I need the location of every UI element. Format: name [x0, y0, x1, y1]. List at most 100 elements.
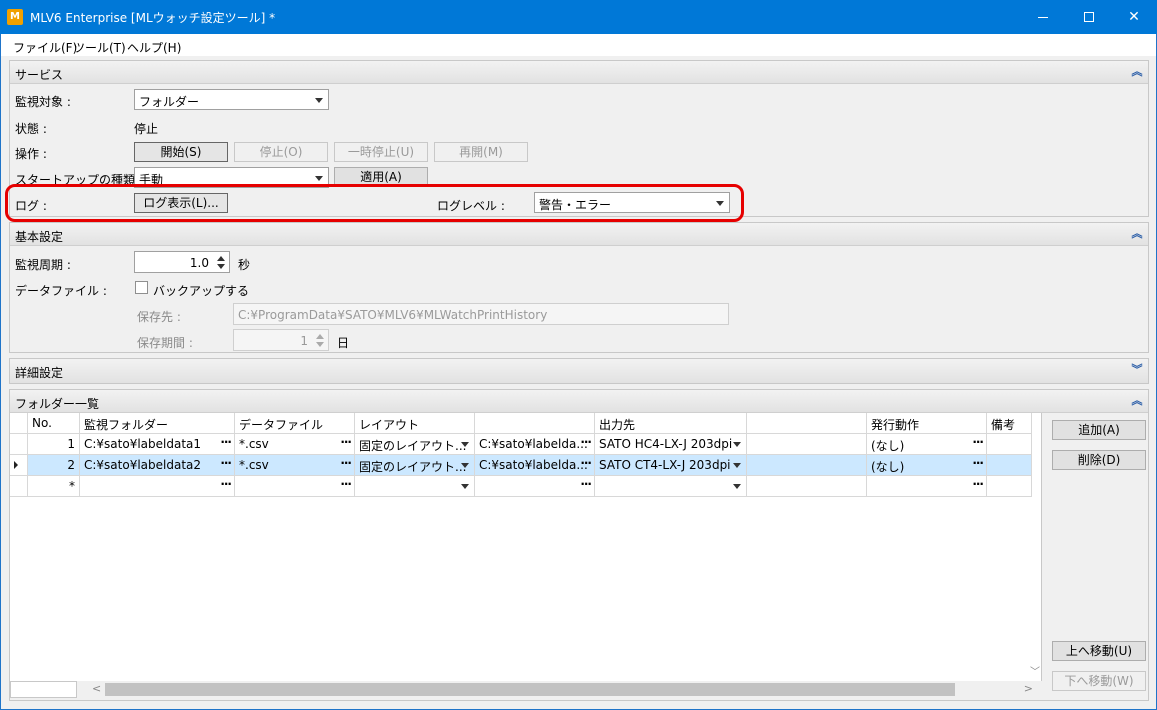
table-cell-no[interactable]: *	[28, 476, 80, 497]
table-cell-layout[interactable]: 固定のレイアウト...	[355, 455, 475, 476]
window-body: ファイル(F) ツール(T) ヘルプ(H) サービス ︽ 監視対象 : フォルダ…	[0, 34, 1157, 710]
table-cell-no[interactable]: 2	[28, 455, 80, 476]
menu-tools[interactable]: ツール(T)	[73, 39, 126, 56]
add-button[interactable]: 追加(A)	[1052, 420, 1146, 440]
table-cell-datafile[interactable]: *.csv ···	[235, 434, 355, 455]
table-cell-no[interactable]: 1	[28, 434, 80, 455]
table-cell-output[interactable]: SATO HC4-LX-J 203dpi	[595, 434, 747, 455]
stop-button[interactable]: 停止(O)	[234, 142, 328, 162]
table-cell-layout-path[interactable]: ···	[475, 476, 595, 497]
folder-list-header[interactable]: フォルダー一覧 ︽	[10, 390, 1148, 413]
collapse-up-icon[interactable]: ︽	[1130, 227, 1144, 241]
spin-up-icon[interactable]	[217, 256, 225, 261]
chevron-down-icon[interactable]	[461, 442, 469, 447]
service-panel-header[interactable]: サービス ︽	[10, 61, 1148, 84]
browse-ellipsis-icon[interactable]: ···	[972, 456, 984, 470]
menu-help[interactable]: ヘルプ(H)	[127, 39, 181, 56]
browse-ellipsis-icon[interactable]: ···	[220, 435, 232, 449]
retention-stepper[interactable]: 1	[233, 329, 329, 351]
col-header-layout[interactable]: レイアウト	[355, 413, 475, 434]
table-cell-action[interactable]: (なし) ···	[867, 434, 987, 455]
scroll-left-icon[interactable]: <	[92, 682, 101, 695]
close-icon: ✕	[1128, 9, 1140, 25]
table-cell-action[interactable]: ···	[867, 476, 987, 497]
start-button[interactable]: 開始(S)	[134, 142, 228, 162]
advanced-settings-header[interactable]: 詳細設定 ︾	[10, 359, 1148, 383]
chevron-down-icon[interactable]	[461, 463, 469, 468]
browse-ellipsis-icon[interactable]: ···	[580, 456, 592, 470]
col-header-layout-path[interactable]	[475, 413, 595, 434]
collapse-up-icon[interactable]: ︽	[1130, 65, 1144, 79]
table-cell-datafile[interactable]: *.csv ···	[235, 455, 355, 476]
table-cell-layout[interactable]: 固定のレイアウト...	[355, 434, 475, 455]
monitor-period-stepper[interactable]: 1.0	[134, 251, 230, 273]
table-cell-action[interactable]: (なし) ···	[867, 455, 987, 476]
chevron-down-icon	[315, 98, 323, 103]
col-header-output[interactable]: 出力先	[595, 413, 747, 434]
expand-down-icon[interactable]: ︾	[1130, 363, 1144, 377]
col-header-no[interactable]: No.	[28, 413, 80, 434]
chevron-down-icon[interactable]	[733, 484, 741, 489]
save-to-field[interactable]: C:¥ProgramData¥SATO¥MLV6¥MLWatchPrintHis…	[233, 303, 729, 325]
table-cell-blank[interactable]	[747, 476, 867, 497]
move-down-button[interactable]: 下へ移動(W)	[1052, 671, 1146, 691]
browse-ellipsis-icon[interactable]: ···	[340, 477, 352, 491]
monitor-target-select[interactable]: フォルダー	[134, 89, 329, 110]
maximize-button[interactable]	[1066, 0, 1112, 34]
chevron-down-icon[interactable]	[461, 484, 469, 489]
spin-down-icon[interactable]	[316, 342, 324, 347]
app-icon: M	[7, 9, 23, 25]
row-header-corner	[10, 413, 28, 434]
table-cell-output[interactable]: SATO CT4-LX-J 203dpi	[595, 455, 747, 476]
browse-ellipsis-icon[interactable]: ···	[340, 435, 352, 449]
scroll-right-icon[interactable]: >	[1024, 682, 1033, 695]
scrollbar-thumb[interactable]	[105, 683, 955, 696]
pause-button[interactable]: 一時停止(U)	[334, 142, 428, 162]
table-cell-datafile[interactable]: ···	[235, 476, 355, 497]
browse-ellipsis-icon[interactable]: ···	[972, 477, 984, 491]
browse-ellipsis-icon[interactable]: ···	[340, 456, 352, 470]
row-header[interactable]	[10, 434, 28, 455]
browse-ellipsis-icon[interactable]: ···	[580, 477, 592, 491]
col-header-notes[interactable]: 備考	[987, 413, 1032, 434]
col-header-folder[interactable]: 監視フォルダー	[80, 413, 235, 434]
spin-down-icon[interactable]	[217, 264, 225, 269]
col-header-blank[interactable]	[747, 413, 867, 434]
table-cell-layout-path[interactable]: C:¥sato¥labelda... ···	[475, 455, 595, 476]
table-cell-notes[interactable]	[987, 434, 1032, 455]
table-cell-layout[interactable]	[355, 476, 475, 497]
browse-ellipsis-icon[interactable]: ···	[220, 477, 232, 491]
horizontal-scrollbar[interactable]: < >	[86, 681, 1041, 698]
maximize-icon	[1084, 12, 1094, 22]
table-cell-blank[interactable]	[747, 434, 867, 455]
browse-ellipsis-icon[interactable]: ···	[972, 435, 984, 449]
row-header[interactable]	[10, 455, 28, 476]
delete-button[interactable]: 削除(D)	[1052, 450, 1146, 470]
table-cell-notes[interactable]	[987, 455, 1032, 476]
datafile-label: データファイル :	[15, 284, 107, 298]
table-cell-blank[interactable]	[747, 455, 867, 476]
move-up-button[interactable]: 上へ移動(U)	[1052, 641, 1146, 661]
browse-ellipsis-icon[interactable]: ···	[220, 456, 232, 470]
resume-button[interactable]: 再開(M)	[434, 142, 528, 162]
minimize-button[interactable]	[1020, 0, 1066, 34]
backup-checkbox[interactable]	[135, 281, 148, 294]
chevron-down-icon[interactable]	[733, 463, 741, 468]
row-header[interactable]	[10, 476, 28, 497]
chevron-down-icon[interactable]	[733, 442, 741, 447]
table-cell-notes[interactable]	[987, 476, 1032, 497]
collapse-up-icon[interactable]: ︽	[1130, 394, 1144, 408]
basic-settings-header[interactable]: 基本設定 ︽	[10, 223, 1148, 246]
table-cell-folder[interactable]: C:¥sato¥labeldata2 ···	[80, 455, 235, 476]
table-cell-folder[interactable]: ···	[80, 476, 235, 497]
scroll-down-icon[interactable]: ﹀	[1030, 663, 1040, 678]
col-header-datafile[interactable]: データファイル	[235, 413, 355, 434]
browse-ellipsis-icon[interactable]: ···	[580, 435, 592, 449]
col-header-action[interactable]: 発行動作	[867, 413, 987, 434]
spin-up-icon[interactable]	[316, 334, 324, 339]
table-cell-folder[interactable]: C:¥sato¥labeldata1 ···	[80, 434, 235, 455]
close-button[interactable]: ✕	[1111, 0, 1157, 34]
table-cell-layout-path[interactable]: C:¥sato¥labelda... ···	[475, 434, 595, 455]
menu-file[interactable]: ファイル(F)	[13, 39, 77, 56]
table-cell-output[interactable]	[595, 476, 747, 497]
